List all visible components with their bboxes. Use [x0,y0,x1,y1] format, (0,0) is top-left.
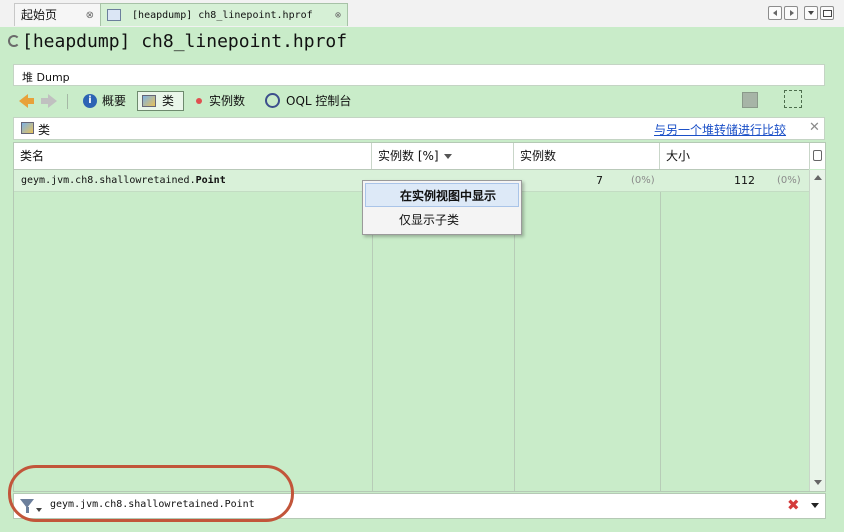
page-title: [heapdump] ch8_linepoint.hprof [22,31,348,52]
summary-tab[interactable]: 概要 [102,90,126,112]
instances-percent-cell: (0%) [631,175,655,186]
classes-section-icon [21,122,34,134]
context-menu: 在实例视图中显示 仅显示子类 [362,180,522,235]
tab-start-close-icon[interactable]: ⊗ [86,4,94,27]
forward-arrow-icon-tail [41,98,48,104]
toolbar-action-icon[interactable] [742,92,758,108]
column-header-class-name[interactable]: 类名 [14,143,372,169]
scroll-tabs-left-button[interactable] [768,6,782,20]
column-header-size[interactable]: 大小 [660,143,809,169]
section-close-icon[interactable]: ✕ [809,120,820,135]
instances-tab[interactable]: 实例数 [209,90,245,112]
oql-icon [265,93,280,108]
menu-item-show-in-instances-view[interactable]: 在实例视图中显示 [365,183,519,207]
breadcrumb-bar: 堆 Dump [13,64,825,86]
instances-icon [196,98,202,104]
window-controls [768,6,834,20]
refresh-icon [8,35,20,47]
sort-descending-icon [443,154,452,159]
class-simple-name: Point [195,175,226,186]
classes-icon [142,95,156,107]
back-arrow-icon-tail [27,98,34,104]
tab-list-dropdown-button[interactable] [804,6,818,20]
size-cell: 112 [734,174,755,187]
tab-heapdump[interactable]: [heapdump] ch8_linepoint.hprof ⊗ [100,3,348,26]
table-header: 类名 实例数 [%] 实例数 大小 [14,143,809,170]
tab-start-page[interactable]: 起始页 ⊗ [14,3,101,26]
heapdump-tab-icon [107,9,121,21]
tab-heapdump-label: [heapdump] ch8_linepoint.hprof [132,10,313,21]
column-header-size-label: 大小 [666,149,691,163]
tab-heapdump-close-icon[interactable]: ⊗ [335,4,341,27]
maximize-window-button[interactable] [820,6,834,20]
column-header-instances[interactable]: 实例数 [514,143,660,169]
toolbar-divider [67,94,68,109]
tab-start-label: 起始页 [21,8,58,22]
vertical-scrollbar[interactable] [809,170,825,491]
view-toolbar: i 概要 类 实例数 OQL 控制台 [13,88,825,114]
scroll-tabs-right-button[interactable] [784,6,798,20]
section-title: 类 [38,123,51,137]
menu-item-show-only-subclasses[interactable]: 仅显示子类 [365,208,519,232]
column-header-class-name-label: 类名 [20,149,45,163]
scroll-down-icon[interactable] [814,480,822,485]
column-divider [660,170,661,491]
column-picker-icon [813,150,822,161]
class-name-cell: geym.jvm.ch8.shallowretained.Point [21,170,226,191]
breadcrumb: 堆 Dump [22,71,70,84]
classes-tab-label: 类 [162,94,175,108]
column-header-instances-label: 实例数 [520,149,557,163]
classes-section-header: 类 与另一个堆转储进行比较 ✕ [13,117,825,140]
column-header-instances-percent-label: 实例数 [%] [378,149,439,163]
instances-cell: 7 [596,174,603,187]
clear-filter-icon[interactable]: ✖ [787,496,800,514]
tab-bar: 起始页 ⊗ [heapdump] ch8_linepoint.hprof ⊗ [0,0,844,28]
compare-heapdump-link[interactable]: 与另一个堆转储进行比较 [654,121,786,138]
oql-console-tab[interactable]: OQL 控制台 [286,90,351,112]
column-header-instances-percent[interactable]: 实例数 [%] [372,143,514,169]
info-icon: i [83,94,97,108]
filter-menu-dropdown-icon[interactable] [811,503,819,508]
class-package: geym.jvm.ch8.shallowretained. [21,175,196,186]
size-percent-cell: (0%) [777,175,801,186]
highlight-annotation [8,465,294,522]
column-picker-button[interactable] [809,143,825,169]
forward-arrow-icon[interactable] [48,94,57,108]
classes-tab[interactable]: 类 [137,91,184,111]
scroll-up-icon[interactable] [814,175,822,180]
layout-toggle-icon[interactable] [784,90,802,108]
